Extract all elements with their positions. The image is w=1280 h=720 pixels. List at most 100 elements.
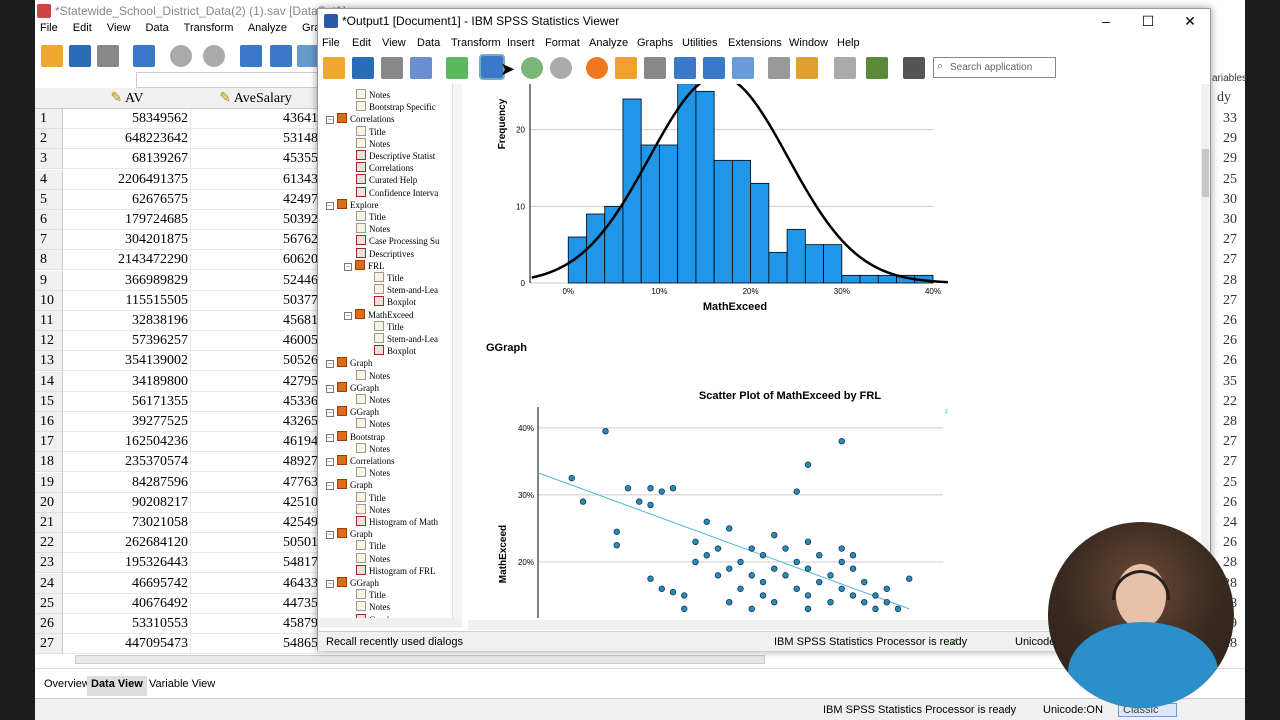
- outline-item[interactable]: − GGraph: [326, 381, 379, 394]
- outline-hscrollbar[interactable]: [318, 618, 462, 628]
- goto-case-icon[interactable]: [240, 45, 262, 67]
- cell-avesalary[interactable]: 42549: [191, 513, 320, 533]
- cell-avesalary[interactable]: 50501: [191, 533, 320, 554]
- cell-avesalary[interactable]: 54817: [191, 553, 320, 574]
- outline-item[interactable]: Histogram of FRL: [356, 564, 436, 577]
- right-column-cell[interactable]: 33: [1223, 111, 1237, 127]
- table-row[interactable]: 21 73021058 42549: [35, 513, 320, 533]
- cell-av[interactable]: 73021058: [63, 513, 191, 533]
- outline-item[interactable]: − Graph: [326, 528, 373, 540]
- cell-avesalary[interactable]: 46194: [191, 432, 320, 453]
- table-row[interactable]: 8 2143472290 60620: [35, 250, 320, 271]
- collapse-icon[interactable]: −: [326, 360, 334, 369]
- menu-file[interactable]: File: [322, 37, 340, 49]
- right-column-cell[interactable]: 27: [1223, 232, 1237, 248]
- menu-utilities[interactable]: Utilities: [682, 37, 717, 49]
- outline-item[interactable]: Notes: [356, 467, 390, 479]
- table-row[interactable]: 20 90208217 42510: [35, 492, 320, 513]
- row-number[interactable]: 13: [35, 351, 63, 372]
- table-row[interactable]: 27 447095473 54865: [35, 634, 320, 655]
- cell-avesalary[interactable]: 45879: [191, 614, 320, 634]
- right-column-cell[interactable]: 28: [1223, 414, 1237, 430]
- table-row[interactable]: 6 179724685 50392: [35, 210, 320, 230]
- cell-av[interactable]: 447095473: [63, 634, 191, 655]
- right-column-cell[interactable]: 22: [1223, 394, 1237, 410]
- row-number[interactable]: 5: [35, 189, 63, 210]
- table-row[interactable]: 15 56171355 45336: [35, 391, 320, 412]
- table-row[interactable]: 12 57396257 46005: [35, 331, 320, 352]
- cell-avesalary[interactable]: 61343: [191, 170, 320, 190]
- insert-heading-icon[interactable]: [866, 57, 888, 79]
- tab-overview[interactable]: Overview: [40, 676, 94, 696]
- cell-av[interactable]: 195326443: [63, 553, 191, 574]
- cell-av[interactable]: 57396257: [63, 331, 191, 352]
- row-number[interactable]: 6: [35, 210, 63, 230]
- collapse-icon[interactable]: −: [326, 409, 334, 418]
- cell-av[interactable]: 90208217: [63, 492, 191, 513]
- outline-item[interactable]: Title: [356, 540, 386, 552]
- outline-item[interactable]: Histogram of Math: [356, 516, 438, 528]
- variables-icon[interactable]: [297, 45, 319, 67]
- cell-avesalary[interactable]: 48927: [191, 452, 320, 473]
- outline-item[interactable]: Notes: [356, 503, 390, 516]
- collapse-icon[interactable]: −: [326, 384, 334, 393]
- row-number[interactable]: 3: [35, 149, 63, 170]
- cell-av[interactable]: 46695742: [63, 573, 191, 594]
- goto-data-icon[interactable]: [586, 57, 608, 79]
- menu-format[interactable]: Format: [545, 37, 580, 49]
- row-number[interactable]: 15: [35, 391, 63, 412]
- right-column-cell[interactable]: 26: [1223, 313, 1237, 329]
- outline-item[interactable]: Title: [374, 320, 404, 333]
- row-number[interactable]: 4: [35, 169, 63, 190]
- print-icon[interactable]: [381, 57, 403, 79]
- insert-text-icon[interactable]: [903, 57, 925, 79]
- cell-avesalary[interactable]: 52446: [191, 271, 320, 291]
- tab-variable-view[interactable]: Variable View: [145, 676, 219, 696]
- collapse-icon[interactable]: −: [344, 311, 352, 320]
- outline-item[interactable]: Confidence Interva: [356, 186, 438, 199]
- cell-avesalary[interactable]: 60620: [191, 250, 320, 271]
- export-icon[interactable]: [446, 57, 468, 79]
- menu-transform[interactable]: Transform: [451, 37, 501, 49]
- show-icon[interactable]: [834, 57, 856, 79]
- row-number[interactable]: 24: [35, 573, 63, 594]
- maximize-button[interactable]: ☐: [1138, 12, 1158, 30]
- cell-av[interactable]: 2206491375: [63, 169, 191, 190]
- cell-av[interactable]: 115515505: [63, 290, 191, 311]
- menu-graphs[interactable]: Graphs: [637, 37, 673, 49]
- collapse-icon[interactable]: −: [326, 482, 334, 491]
- cell-av[interactable]: 53310553: [63, 614, 191, 634]
- split-file-icon[interactable]: [732, 57, 754, 79]
- collapse-icon[interactable]: −: [326, 433, 334, 442]
- open-folder-icon[interactable]: [323, 57, 345, 79]
- cell-avesalary[interactable]: 50392: [191, 210, 320, 230]
- collapse-icon[interactable]: −: [326, 580, 334, 588]
- table-row[interactable]: 19 84287596 47763: [35, 472, 320, 493]
- cell-av[interactable]: 58349562: [63, 109, 191, 129]
- cell-avesalary[interactable]: 47763: [191, 473, 320, 493]
- cell-av[interactable]: 354139002: [63, 351, 191, 372]
- collapse-icon[interactable]: −: [326, 201, 334, 210]
- table-row[interactable]: 24 46695742 46433: [35, 573, 320, 594]
- editor-menu-edit[interactable]: Edit: [73, 22, 92, 34]
- outline-item[interactable]: − Graph: [326, 479, 373, 491]
- cell-avesalary[interactable]: 45336: [191, 392, 320, 412]
- cell-avesalary[interactable]: 43641: [191, 109, 320, 129]
- outline-item[interactable]: Title: [356, 211, 386, 223]
- right-column-cell[interactable]: 24: [1223, 515, 1237, 531]
- undo-icon[interactable]: [521, 57, 543, 79]
- outline-scrollbar[interactable]: [452, 84, 462, 618]
- table-row[interactable]: 7 304201875 56762: [35, 230, 320, 251]
- horizontal-scrollbar[interactable]: [75, 655, 765, 664]
- search-input[interactable]: ⌕ Search application: [933, 57, 1056, 78]
- cell-av[interactable]: 84287596: [63, 472, 191, 493]
- row-number[interactable]: 22: [35, 533, 63, 554]
- table-row[interactable]: 17 162504236 46194: [35, 432, 320, 453]
- outline-item[interactable]: Curated Help: [356, 174, 417, 186]
- row-number[interactable]: 26: [35, 614, 63, 634]
- table-row[interactable]: 9 366989829 52446: [35, 270, 320, 291]
- cell-avesalary[interactable]: 43265: [191, 412, 320, 432]
- outline-item[interactable]: Notes: [356, 223, 390, 235]
- cell-avesalary[interactable]: 50526: [191, 351, 320, 372]
- outline-item[interactable]: − Graph: [326, 357, 373, 369]
